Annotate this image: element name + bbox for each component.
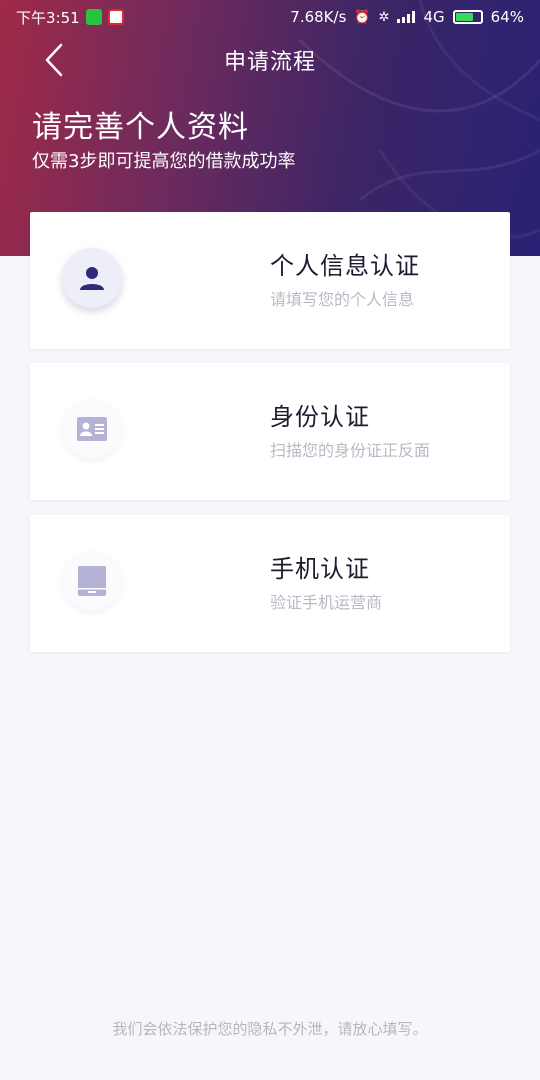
nav-bar: 申请流程 bbox=[0, 34, 540, 86]
message-app-icon bbox=[85, 9, 102, 25]
step-desc: 请填写您的个人信息 bbox=[270, 290, 415, 309]
step-icon-badge bbox=[62, 248, 122, 308]
subheadline: 仅需3步即可提高您的借款成功率 bbox=[32, 151, 296, 172]
back-button[interactable] bbox=[36, 42, 72, 78]
step-icon-badge bbox=[62, 399, 122, 459]
notification-app-icon bbox=[107, 9, 124, 25]
person-icon bbox=[80, 267, 104, 290]
step-desc: 验证手机运营商 bbox=[270, 593, 383, 612]
step-card-id-verification[interactable]: 身份认证 扫描您的身份证正反面 bbox=[30, 363, 510, 500]
step-title: 手机认证 bbox=[270, 555, 370, 583]
step-card-personal-info[interactable]: 个人信息认证 请填写您的个人信息 bbox=[30, 212, 510, 349]
id-card-icon bbox=[77, 417, 107, 441]
step-title: 个人信息认证 bbox=[270, 252, 420, 280]
step-title: 身份认证 bbox=[270, 403, 370, 431]
phone-icon bbox=[78, 566, 106, 596]
headline: 请完善个人资料 bbox=[32, 110, 249, 145]
page-title: 申请流程 bbox=[223, 50, 316, 75]
step-desc: 扫描您的身份证正反面 bbox=[270, 441, 431, 460]
network-speed: 7.68K/s bbox=[290, 8, 347, 26]
battery-level: 64% bbox=[490, 8, 524, 26]
alarm-icon: ⏰ bbox=[354, 9, 371, 25]
step-card-phone-verification[interactable]: 手机认证 验证手机运营商 bbox=[30, 515, 510, 652]
battery-icon bbox=[452, 10, 483, 24]
privacy-note: 我们会依法保护您的隐私不外泄，请放心填写。 bbox=[112, 1020, 428, 1038]
sync-icon: ✲ bbox=[378, 9, 390, 25]
status-time: 下午3:51 bbox=[16, 8, 80, 27]
step-icon-badge bbox=[62, 551, 122, 611]
network-type: 4G bbox=[423, 8, 445, 26]
chevron-left-icon bbox=[45, 43, 63, 77]
status-bar: 下午3:51 7.68K/s ⏰ ✲ 4G 64% bbox=[0, 0, 540, 34]
signal-icon bbox=[397, 11, 416, 23]
